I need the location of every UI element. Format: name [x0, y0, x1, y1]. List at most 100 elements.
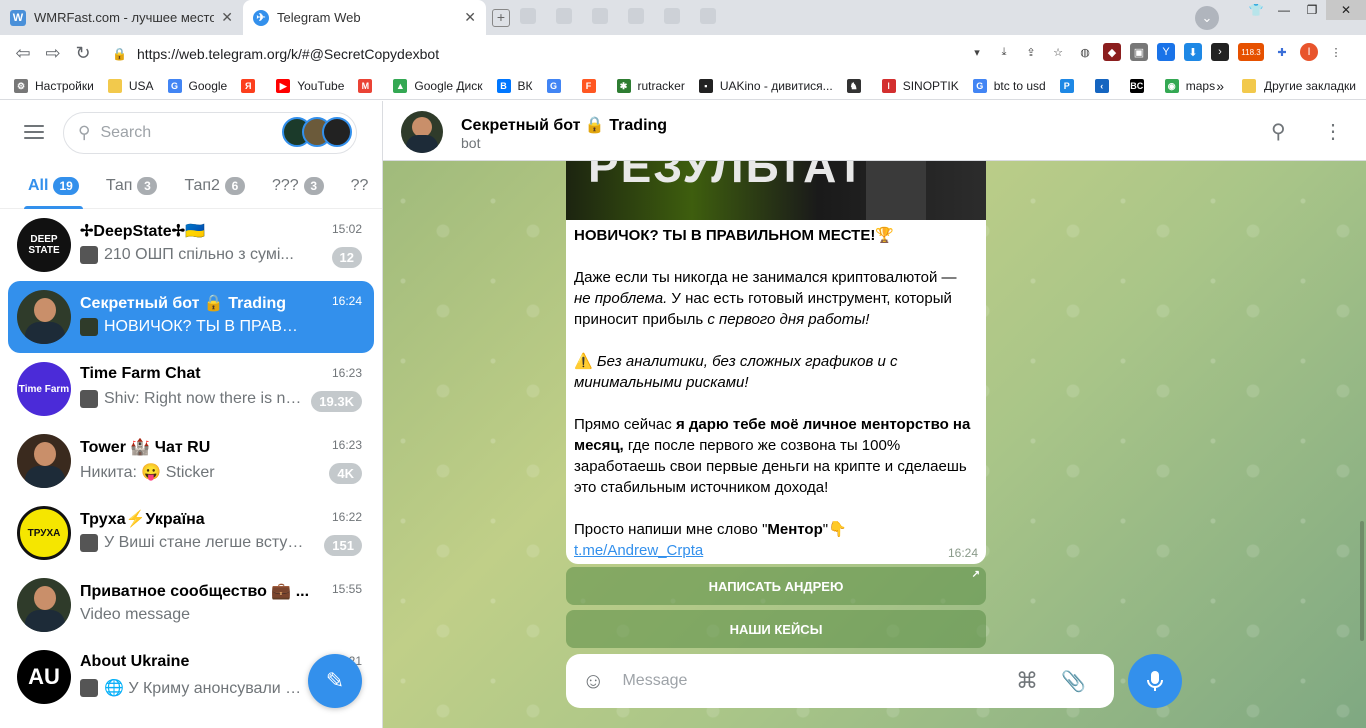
bookmark-label[interactable]: SINOPTIK: [903, 79, 959, 93]
browser-tab-wmrfast[interactable]: W WMRFast.com - лучшее место для... ✕: [0, 0, 243, 35]
inline-button-write-andrew[interactable]: НАПИСАТЬ АНДРЕЮ ↗: [566, 567, 986, 605]
download-extension-icon[interactable]: ⬇: [1184, 43, 1202, 61]
search-placeholder[interactable]: Search: [100, 124, 151, 142]
chat-avatar[interactable]: AU: [17, 650, 71, 704]
chat-avatar[interactable]: DEEP STATE: [17, 218, 71, 272]
url-field[interactable]: 🔒 https://web.telegram.org/k/#@SecretCop…: [112, 35, 439, 72]
bookmark-item[interactable]: ▲ Google Диск: [393, 78, 483, 93]
chat-avatar[interactable]: [17, 290, 71, 344]
bookmark-label[interactable]: YouTube: [297, 79, 344, 93]
folder-tab[interactable]: Тап2 6: [184, 163, 245, 209]
dropdown-icon[interactable]: ▾: [968, 43, 986, 61]
message-image[interactable]: РЕЗУЛЬТАТ: [566, 161, 986, 220]
background-tab[interactable]: [520, 8, 536, 24]
share-icon[interactable]: ⇪: [1022, 43, 1040, 61]
close-tab-icon[interactable]: ✕: [221, 9, 233, 26]
close-tab-icon[interactable]: ✕: [464, 9, 476, 26]
shirt-icon[interactable]: 👕: [1242, 0, 1270, 20]
bookmark-item[interactable]: P: [1059, 78, 1081, 93]
bookmark-item[interactable]: G Google: [167, 78, 228, 93]
folder-tab[interactable]: Тап 3: [106, 163, 158, 209]
emoji-icon[interactable]: ☺: [582, 668, 604, 694]
stories-avatars[interactable]: [282, 117, 352, 147]
hamburger-menu-icon[interactable]: [24, 125, 44, 143]
reload-icon[interactable]: ↻: [68, 43, 98, 64]
back-arrow-icon[interactable]: ⇦: [8, 43, 38, 64]
bookmark-label[interactable]: USA: [129, 79, 154, 93]
chat-avatar[interactable]: Time Farm: [17, 362, 71, 416]
new-tab-button[interactable]: +: [492, 9, 510, 27]
folder-label[interactable]: Тап: [106, 177, 133, 195]
chevron-right-icon[interactable]: »: [1216, 78, 1224, 94]
search-field[interactable]: ⚲ Search: [63, 112, 357, 154]
attach-icon[interactable]: 📎: [1061, 669, 1086, 694]
chat-list-item[interactable]: DEEP STATE ✢DeepState✢🇺🇦 15:02 210 ОШП спіл…: [8, 209, 374, 281]
bot-avatar[interactable]: [401, 111, 443, 153]
bookmark-item[interactable]: ⚙ Настройки: [14, 78, 94, 93]
bookmark-label[interactable]: ВК: [518, 79, 533, 93]
message-link[interactable]: t.me/Andrew_Crpta: [574, 542, 703, 559]
shield-extension-icon[interactable]: ◆: [1103, 43, 1121, 61]
background-tab[interactable]: [628, 8, 644, 24]
chat-avatar[interactable]: [17, 434, 71, 488]
close-window-button[interactable]: ✕: [1326, 0, 1366, 20]
bookmark-item[interactable]: ▪ UAKino - дивитися...: [698, 78, 833, 93]
other-bookmarks-label[interactable]: Другие закладки: [1264, 79, 1356, 93]
story-avatar[interactable]: [322, 117, 352, 147]
bookmark-item[interactable]: M: [358, 78, 379, 93]
microphone-button[interactable]: [1128, 654, 1182, 708]
bookmark-item[interactable]: Я: [241, 78, 262, 93]
message-input[interactable]: Message: [622, 672, 687, 690]
bookmark-item[interactable]: ǀ SINOPTIK: [881, 78, 959, 93]
minimize-button[interactable]: —: [1270, 0, 1298, 20]
chat-scrollbar[interactable]: [1360, 521, 1364, 641]
chat-list-item[interactable]: Секретный бот 🔒 Trading 16:24 НОВИЧОК? ТЫ …: [8, 281, 374, 353]
bookmark-label[interactable]: maps: [1186, 79, 1215, 93]
chat-avatar[interactable]: [17, 578, 71, 632]
other-bookmarks[interactable]: » Другие закладки: [1216, 78, 1356, 94]
more-options-icon[interactable]: ⋮: [1323, 119, 1343, 144]
bookmark-label[interactable]: Google: [189, 79, 228, 93]
chat-list-item[interactable]: Приватное сообщество 💼 ... 15:55 Video mes…: [8, 569, 374, 641]
terminal-extension-icon[interactable]: ›: [1211, 43, 1229, 61]
folder-label[interactable]: Тап2: [184, 177, 220, 195]
compose-pencil-button[interactable]: ✎: [308, 654, 362, 708]
chat-list-item[interactable]: Tower 🏰 Чат RU 16:23 Никита: 😛 Sticker 4K: [8, 425, 374, 497]
briefcase-extension-icon[interactable]: ▣: [1130, 43, 1148, 61]
chat-list-item[interactable]: Time Farm Time Farm Chat 16:23 Shiv: Right …: [8, 353, 374, 425]
bookmark-label[interactable]: Google Диск: [414, 79, 482, 93]
star-icon[interactable]: ☆: [1049, 43, 1067, 61]
bookmark-item[interactable]: ◉ maps: [1164, 78, 1215, 93]
chat-header[interactable]: Секретный бот 🔒 Trading bot ⚲ ⋮: [383, 101, 1366, 161]
inline-button-cases[interactable]: НАШИ КЕЙСЫ: [566, 610, 986, 648]
bookmark-item[interactable]: B ВК: [496, 78, 533, 93]
bookmark-item[interactable]: F: [581, 78, 603, 93]
bookmark-label[interactable]: UAKino - дивитися...: [720, 79, 833, 93]
bookmark-item[interactable]: ▶ YouTube: [276, 78, 344, 93]
message-bubble[interactable]: РЕЗУЛЬТАТ НОВИЧОК? ТЫ В ПРАВИЛЬНОМ МЕСТЕ…: [566, 161, 986, 564]
background-tab[interactable]: [664, 8, 680, 24]
chat-list-item[interactable]: ТРУХА Труха⚡Україна 16:22 У Виші стане легш…: [8, 497, 374, 569]
kebab-menu-icon[interactable]: ⋮: [1327, 43, 1345, 61]
globe-icon[interactable]: ◍: [1076, 43, 1094, 61]
bookmark-item[interactable]: ✱ rutracker: [616, 78, 685, 93]
bookmark-label[interactable]: btc to usd: [994, 79, 1046, 93]
bookmark-item[interactable]: BC: [1129, 78, 1151, 93]
badge-extension-icon[interactable]: 118.3: [1238, 43, 1264, 61]
bookmark-item[interactable]: USA: [107, 78, 154, 93]
folder-tab[interactable]: ??? 3: [272, 163, 324, 209]
bookmark-item[interactable]: G: [546, 78, 568, 93]
lock-icon[interactable]: 🔒: [112, 47, 127, 61]
chat-title[interactable]: Секретный бот 🔒 Trading: [461, 115, 667, 135]
background-tab[interactable]: [592, 8, 608, 24]
y-extension-icon[interactable]: Y: [1157, 43, 1175, 61]
bookmark-label[interactable]: rutracker: [638, 79, 685, 93]
folder-tab[interactable]: All 19: [24, 163, 83, 209]
browser-tab-telegram[interactable]: ✈ Telegram Web ✕: [243, 0, 486, 35]
tab-search-icon[interactable]: ⌄: [1195, 6, 1219, 30]
restore-button[interactable]: ❐: [1298, 0, 1326, 20]
background-tab[interactable]: [556, 8, 572, 24]
bookmark-item[interactable]: Gbtc to usd: [972, 78, 1046, 93]
bookmark-item[interactable]: ‹: [1094, 78, 1116, 93]
profile-avatar[interactable]: I: [1300, 43, 1318, 61]
